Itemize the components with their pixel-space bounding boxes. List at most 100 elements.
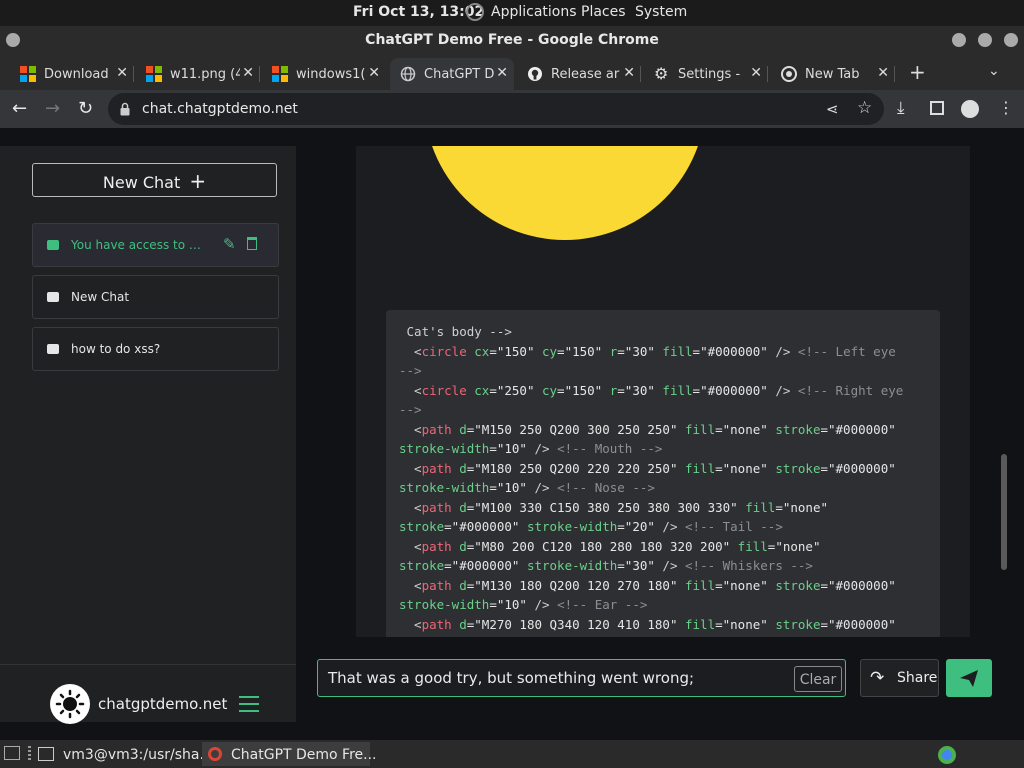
code-block: Cat's body --> <circle cx="150" cy="150"… [386,310,940,637]
code-token: fill [677,421,716,437]
side-panel-icon[interactable] [930,101,944,115]
code-token: ="20" [617,519,655,534]
code-token: /> [654,519,686,534]
close-tab-icon[interactable]: ✕ [242,65,254,81]
code-token: <!-- Ear --> [557,597,648,612]
tab-w11-png[interactable]: w11.png (4 ✕ [136,58,260,90]
show-desktop-icon[interactable] [4,746,20,760]
code-line: <path d="M180 250 Q200 220 220 250" fill… [399,459,929,479]
code-token: circle [421,343,467,359]
tab-release[interactable]: Release ar ✕ [517,58,641,90]
tab-downloads[interactable]: Download ✕ [10,58,134,90]
site-name[interactable]: chatgptdemo.net [98,695,227,713]
code-token: <!-- Nose --> [557,480,655,495]
reload-icon[interactable]: ↻ [78,98,93,119]
code-token: stroke [767,421,821,437]
send-button[interactable] [946,659,992,697]
code-token: r [602,382,618,398]
system-top-bar: Fri Oct 13, 13:02 Applications Places Sy… [0,0,1024,26]
tab-chatgpt-demo[interactable]: ChatGPT D ✕ [390,58,514,90]
code-token: stroke-width [519,519,618,534]
edit-pencil-icon[interactable]: ✎ [223,235,236,253]
toolbar: ← → ↻ chat.chatgptdemo.net ⋖ ☆ ⤓ ⋮ [0,90,1024,128]
system-menu[interactable]: System [635,4,687,20]
code-token: stroke-width [399,441,490,456]
chat-bubble-icon [47,240,59,250]
share-page-icon[interactable]: ⋖ [826,100,839,118]
close-tab-icon[interactable]: ✕ [623,65,635,81]
code-line: <path d="M270 180 Q340 120 410 180" fill… [399,615,929,635]
code-token: /> [654,558,686,573]
clock[interactable]: Fri Oct 13, 13:02 [353,4,484,20]
code-token: ="#000000" [444,519,520,534]
code-token: path [421,460,452,476]
close-tab-icon[interactable]: ✕ [496,65,508,81]
profile-avatar-icon[interactable] [961,100,979,118]
code-line: <path d="M100 330 C150 380 250 380 300 3… [399,498,929,518]
close-tab-icon[interactable]: ✕ [116,65,128,81]
kebab-menu-icon[interactable]: ⋮ [998,98,1014,117]
chat-history-label: how to do xss? [71,342,161,356]
clear-button[interactable]: Clear [794,666,842,692]
code-token: ="30" [617,343,655,359]
new-chat-button[interactable]: New Chat + [32,163,277,197]
close-tab-icon[interactable]: ✕ [877,65,889,81]
code-token: ="30" [617,382,655,398]
code-token: ="10" [489,597,527,612]
places-menu[interactable]: Places [581,4,626,20]
code-token: cy [534,343,558,359]
tab-search-chevron-icon[interactable]: ⌄ [988,63,1000,79]
close-tab-icon[interactable]: ✕ [368,65,380,81]
code-text: Cat's body --> <circle cx="150" cy="150"… [399,322,929,634]
new-tab-plus-icon[interactable]: + [909,60,926,84]
chat-scrollbar[interactable] [1001,454,1007,570]
bookmark-star-icon[interactable]: ☆ [857,98,872,118]
code-token: path [421,577,452,593]
taskbar-item-chrome[interactable]: ChatGPT Demo Fre... [202,742,377,766]
message-input[interactable]: That was a good try, but something went … [317,659,846,697]
code-token: stroke [767,577,821,593]
chat-bubble-icon [47,344,59,354]
code-token: d [451,616,467,632]
code-token: stroke-width [399,597,490,612]
code-line: <path d="M80 200 C120 180 280 180 320 20… [399,537,929,557]
url-text[interactable]: chat.chatgptdemo.net [142,101,298,117]
tab-new-tab[interactable]: New Tab ✕ [771,58,895,90]
code-token: <!-- Tail --> [685,519,783,534]
code-token: fill [677,616,716,632]
taskbar-grip-icon [28,746,31,760]
tab-label: ChatGPT D [424,67,494,82]
share-button[interactable]: ↷ Share [860,659,939,697]
code-line: stroke-width="10" /> <!-- Ear --> [399,595,929,615]
close-tab-icon[interactable]: ✕ [750,65,762,81]
download-icon[interactable]: ⤓ [897,98,905,118]
code-token: ="250" [489,382,535,398]
code-token: ="none" [767,538,821,554]
chrome-tray-icon[interactable] [938,746,956,764]
chat-history-label: New Chat [71,290,130,304]
chat-history-item[interactable]: You have access to an... ✎ [32,223,279,267]
tab-windows[interactable]: windows1( ✕ [262,58,386,90]
tab-settings[interactable]: ⚙ Settings - ✕ [644,58,768,90]
maximize-icon[interactable] [978,33,992,47]
chat-history-item[interactable]: how to do xss? [32,327,279,371]
message-input-value[interactable]: That was a good try, but something went … [328,669,694,687]
minimize-icon[interactable] [952,33,966,47]
back-arrow-icon[interactable]: ← [12,98,27,119]
code-token: d [451,421,467,437]
code-token: path [421,538,452,554]
chat-history-item[interactable]: New Chat [32,275,279,319]
new-chat-label: New Chat [102,173,181,192]
forward-arrow-icon[interactable]: → [45,98,60,119]
code-token: Cat's body --> [399,324,512,339]
close-window-icon[interactable] [1004,33,1018,47]
lock-icon[interactable] [120,101,130,116]
address-bar[interactable]: chat.chatgptdemo.net ⋖ ☆ [108,93,884,125]
trash-icon[interactable] [247,237,257,250]
applications-menu[interactable]: Applications [491,4,577,20]
tab-label: Release ar [551,67,620,82]
code-token: d [451,538,467,554]
code-line: Cat's body --> [399,322,929,342]
hamburger-menu-icon[interactable] [239,696,259,717]
code-token: ="#000000" [820,577,896,593]
